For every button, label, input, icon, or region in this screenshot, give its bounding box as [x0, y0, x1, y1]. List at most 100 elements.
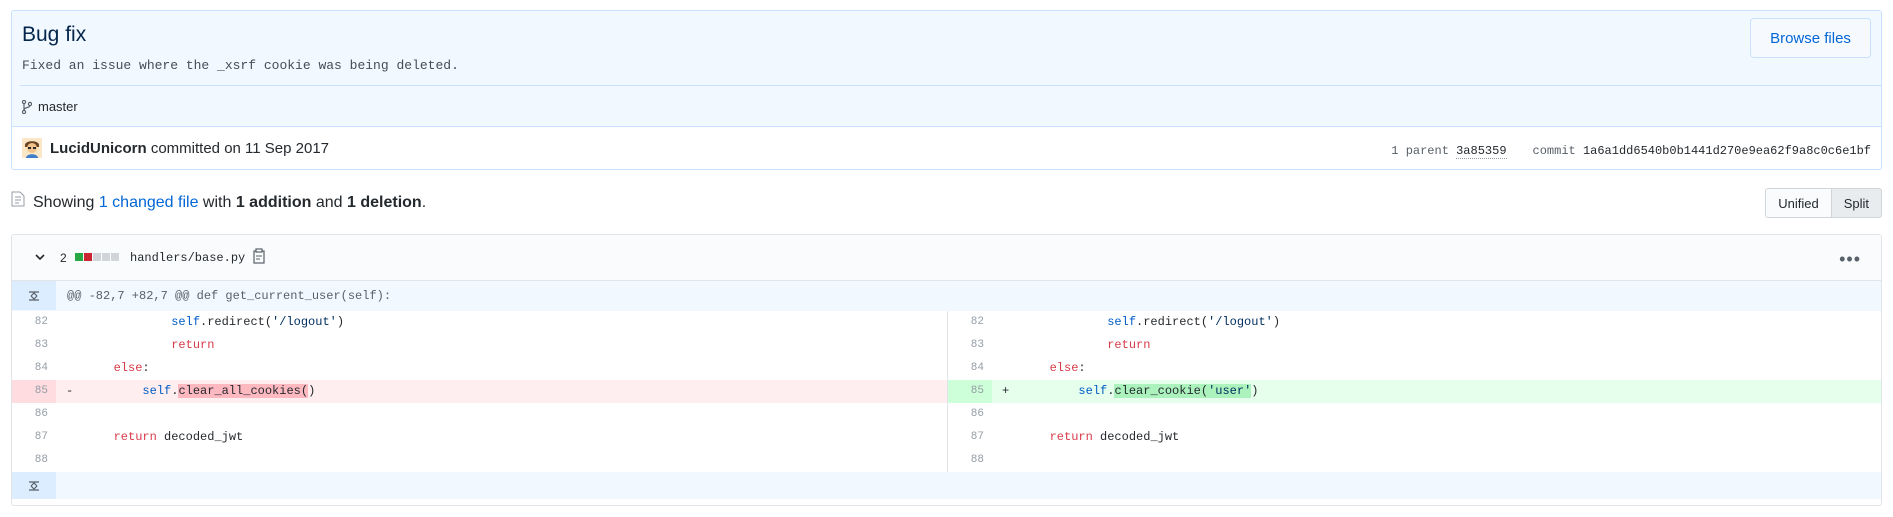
left-line: 84 else:	[12, 357, 947, 380]
sha-info: 1 parent 3a85359 commit 1a6a1dd6540b0b14…	[1391, 144, 1871, 159]
additions-count: 1 addition	[235, 194, 312, 211]
line-number[interactable]: 82	[12, 311, 56, 334]
code-line: + self.clear_cookie('user')	[992, 380, 1881, 403]
expand-up-icon[interactable]	[12, 281, 56, 310]
deletion-marker: -	[66, 384, 74, 398]
code-line: else:	[113, 361, 150, 375]
code-line: - self.clear_all_cookies()	[56, 380, 947, 403]
hunk-footer	[12, 472, 1881, 499]
diff-toolbar: Showing 1 changed file with 1 addition a…	[11, 188, 1882, 218]
git-branch-icon	[22, 99, 32, 114]
hunk-header: @@ -82,7 +82,7 @@ def get_current_user(s…	[12, 281, 1881, 311]
code-line: else:	[1049, 361, 1086, 375]
line-number[interactable]: 84	[12, 357, 56, 380]
left-line: 82 self.redirect('/logout')	[12, 311, 947, 334]
more-options-icon[interactable]: •••	[1839, 249, 1861, 270]
diff-row: 87 return decoded_jwt 87 return decoded_…	[12, 426, 1881, 449]
showing-text: Showing	[33, 194, 95, 211]
and-text: and	[315, 194, 343, 211]
file-diff: 2 handlers/base.py ••• @@ -82,7 +82,7 @@…	[11, 234, 1882, 506]
line-number[interactable]: 88	[12, 449, 56, 472]
commit-description: Fixed an issue where the _xsrf cookie wa…	[22, 58, 459, 73]
committed-date: committed on 11 Sep 2017	[150, 140, 330, 157]
right-line: 83 return	[947, 334, 1881, 357]
left-line: 87 return decoded_jwt	[12, 426, 947, 449]
diff-row: 82 self.redirect('/logout') 82 self.redi…	[12, 311, 1881, 334]
line-number[interactable]: 84	[948, 357, 992, 380]
hunk-header-text: @@ -82,7 +82,7 @@ def get_current_user(s…	[67, 289, 392, 303]
changed-files-link[interactable]: 1 changed file	[99, 194, 199, 211]
right-line: 88	[947, 449, 1881, 472]
right-line: 82 self.redirect('/logout')	[947, 311, 1881, 334]
diff-row: 88 88	[12, 449, 1881, 472]
divider	[20, 85, 1881, 86]
code-line: return decoded_jwt	[1049, 430, 1180, 444]
code-line: self.redirect('/logout')	[171, 315, 345, 329]
line-number[interactable]: 87	[948, 426, 992, 449]
view-toggle: Unified Split	[1765, 188, 1882, 218]
code-line: self.redirect('/logout')	[1107, 315, 1281, 329]
period-text: .	[421, 194, 427, 211]
commit-meta: LucidUnicorn committed on 11 Sep 2017 1 …	[12, 126, 1881, 169]
file-name[interactable]: handlers/base.py	[130, 251, 245, 265]
line-number[interactable]: 88	[948, 449, 992, 472]
diffstat	[75, 253, 119, 261]
left-line: 88	[12, 449, 947, 472]
avatar[interactable]	[22, 138, 42, 158]
code-line: return decoded_jwt	[113, 430, 244, 444]
parent-sha-link[interactable]: 3a85359	[1456, 144, 1507, 159]
branch-info: master	[22, 99, 78, 114]
left-line: 83 return	[12, 334, 947, 357]
with-text: with	[202, 194, 232, 211]
code-line: return	[171, 338, 215, 352]
parent-label: 1 parent	[1391, 144, 1449, 158]
change-count: 2	[60, 251, 67, 265]
right-line: 84 else:	[947, 357, 1881, 380]
diff-row: 85 - self.clear_all_cookies() 85 + self.…	[12, 380, 1881, 403]
diffstat-block	[111, 253, 119, 261]
split-button[interactable]: Split	[1831, 188, 1882, 218]
diff-row: 86 86	[12, 403, 1881, 426]
expand-down-icon[interactable]	[12, 472, 56, 499]
commit-summary-panel: Bug fix Fixed an issue where the _xsrf c…	[12, 11, 1881, 126]
unified-button[interactable]: Unified	[1765, 188, 1832, 218]
right-line: 86	[947, 403, 1881, 426]
diff-summary: Showing 1 changed file with 1 addition a…	[33, 194, 426, 212]
line-number[interactable]: 86	[12, 403, 56, 426]
diffstat-block	[102, 253, 110, 261]
parent-info: 1 parent 3a85359	[1391, 144, 1507, 159]
diff-row: 83 return 83 return	[12, 334, 1881, 357]
commit-title: Bug fix	[22, 23, 87, 46]
line-number[interactable]: 85	[12, 380, 56, 403]
diffstat-block	[75, 253, 83, 261]
line-number[interactable]: 82	[948, 311, 992, 334]
clipboard-icon[interactable]	[253, 248, 267, 264]
commit-sha: 1a6a1dd6540b0b1441d270e9ea62f9a8c0c6e1bf	[1582, 144, 1871, 158]
line-number[interactable]: 83	[948, 334, 992, 357]
left-line: 86	[12, 403, 947, 426]
browse-files-button[interactable]: Browse files	[1750, 18, 1871, 58]
file-header: 2 handlers/base.py •••	[12, 235, 1881, 281]
right-line: 87 return decoded_jwt	[947, 426, 1881, 449]
commit-header: Bug fix Fixed an issue where the _xsrf c…	[11, 10, 1882, 170]
file-diff-icon	[11, 191, 25, 207]
line-number[interactable]: 86	[948, 403, 992, 426]
line-number[interactable]: 85	[948, 380, 992, 403]
diffstat-block	[93, 253, 101, 261]
commit-label: commit	[1532, 144, 1576, 158]
commit-info: commit 1a6a1dd6540b0b1441d270e9ea62f9a8c…	[1533, 144, 1871, 158]
deletions-count: 1 deletion	[347, 194, 422, 211]
author-line: LucidUnicorn committed on 11 Sep 2017	[50, 140, 329, 157]
author-name[interactable]: LucidUnicorn	[50, 140, 147, 157]
diff-row: 84 else: 84 else:	[12, 357, 1881, 380]
deleted-line: 85 - self.clear_all_cookies()	[12, 380, 947, 403]
line-number[interactable]: 83	[12, 334, 56, 357]
branch-name[interactable]: master	[38, 99, 78, 114]
code-line: return	[1107, 338, 1151, 352]
diffstat-block	[84, 253, 92, 261]
chevron-down-icon[interactable]	[34, 251, 46, 263]
line-number[interactable]: 87	[12, 426, 56, 449]
